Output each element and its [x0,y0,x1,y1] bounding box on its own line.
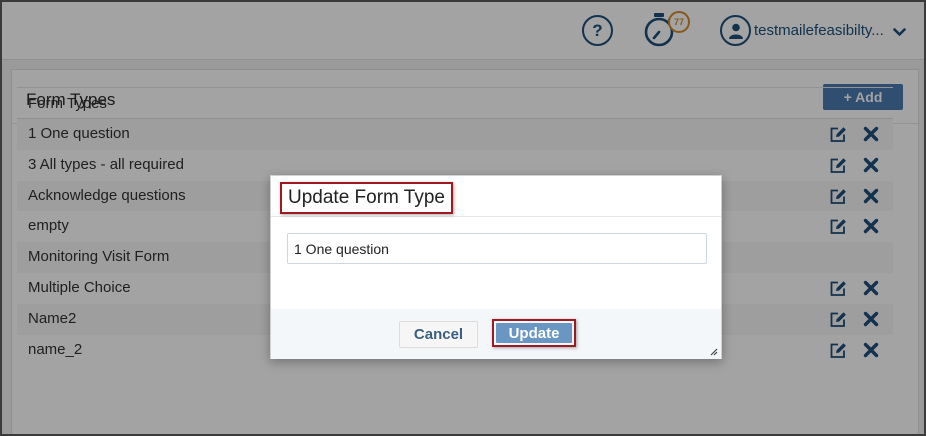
update-button[interactable]: Update [496,323,572,343]
update-button-highlight: Update [492,319,576,347]
dialog-header: Update Form Type [271,176,721,217]
dialog-footer: Cancel Update [271,309,721,359]
dialog-body [271,217,721,309]
form-type-name-input[interactable] [287,233,707,264]
resize-grip-icon[interactable] [709,347,718,356]
cancel-button[interactable]: Cancel [399,321,478,348]
update-form-type-dialog: Update Form Type Cancel Update [270,175,722,359]
dialog-title: Update Form Type [280,182,454,214]
app-window: ? 77 testmailefeasibilty... Form Types +… [0,0,926,436]
